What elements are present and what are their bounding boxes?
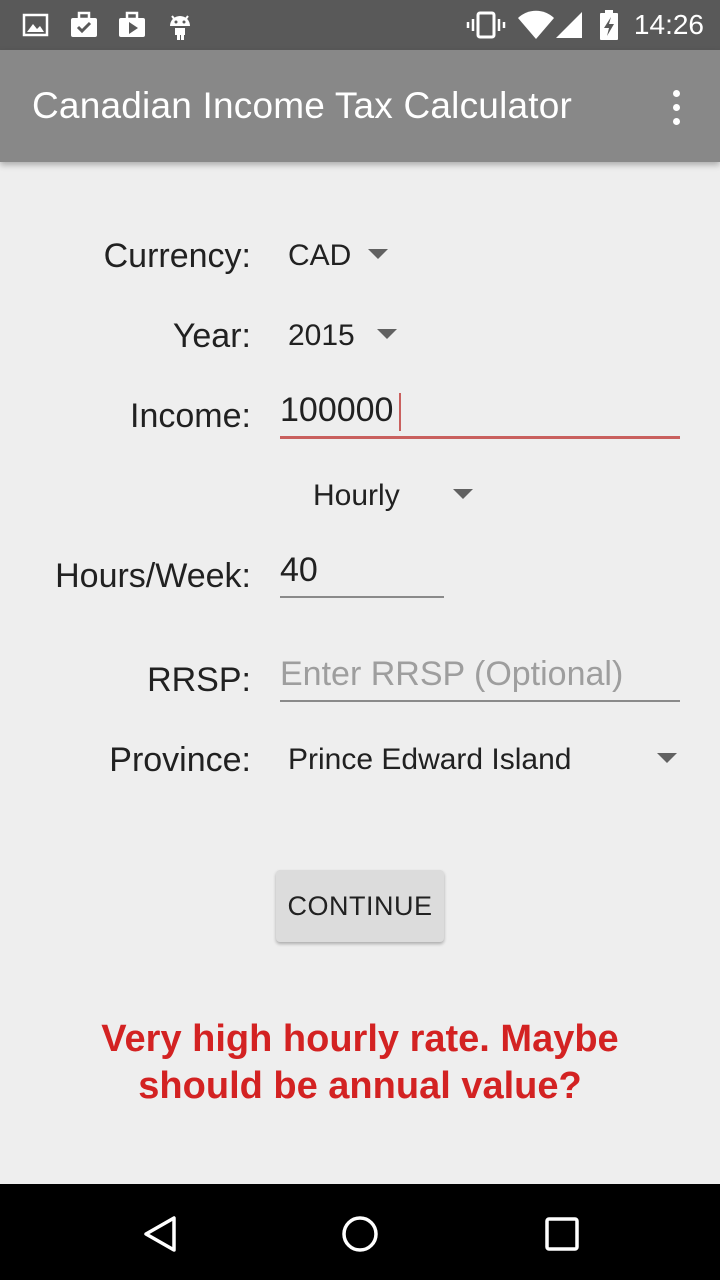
income-label: Income: xyxy=(130,397,251,435)
signal-icon xyxy=(556,12,582,38)
app-bar: Canadian Income Tax Calculator xyxy=(0,50,720,162)
play-store-icon xyxy=(119,11,145,37)
continue-button[interactable]: CONTINUE xyxy=(276,870,444,942)
chevron-down-icon xyxy=(377,329,397,339)
recents-icon[interactable] xyxy=(542,1214,582,1254)
chevron-down-icon xyxy=(453,489,473,499)
rrsp-underline xyxy=(280,700,680,702)
hours-label: Hours/Week: xyxy=(55,557,251,595)
period-value: Hourly xyxy=(313,479,400,512)
wifi-icon xyxy=(518,10,554,40)
text-cursor xyxy=(399,393,401,431)
province-label: Province: xyxy=(109,741,251,779)
warning-message: Very high hourly rate. Maybe should be a… xyxy=(101,1018,619,1107)
chevron-down-icon xyxy=(368,249,388,259)
briefcase-check-icon xyxy=(71,11,97,37)
vibrate-icon xyxy=(466,11,506,39)
app-title: Canadian Income Tax Calculator xyxy=(32,85,573,126)
overflow-menu-icon[interactable] xyxy=(656,88,696,128)
year-label: Year: xyxy=(172,317,251,355)
currency-label: Currency: xyxy=(103,237,251,275)
province-value: Prince Edward Island xyxy=(288,743,572,776)
hours-underline xyxy=(280,596,444,598)
navigation-bar xyxy=(0,1184,720,1280)
hours-value: 40 xyxy=(280,551,318,589)
android-icon xyxy=(170,15,190,40)
currency-value: CAD xyxy=(288,239,352,272)
chevron-down-icon xyxy=(657,753,677,763)
year-value: 2015 xyxy=(288,319,355,352)
rrsp-placeholder: Enter RRSP (Optional) xyxy=(280,655,624,693)
income-value: 100000 xyxy=(280,391,394,429)
clock: 14:26 xyxy=(633,9,704,40)
back-icon[interactable] xyxy=(140,1214,180,1254)
status-bar: 14:26 xyxy=(0,0,720,50)
income-underline xyxy=(280,436,680,439)
gallery-icon xyxy=(22,13,49,37)
battery-charging-icon xyxy=(600,10,618,40)
home-icon[interactable] xyxy=(340,1214,380,1254)
rrsp-label: RRSP: xyxy=(147,661,251,699)
